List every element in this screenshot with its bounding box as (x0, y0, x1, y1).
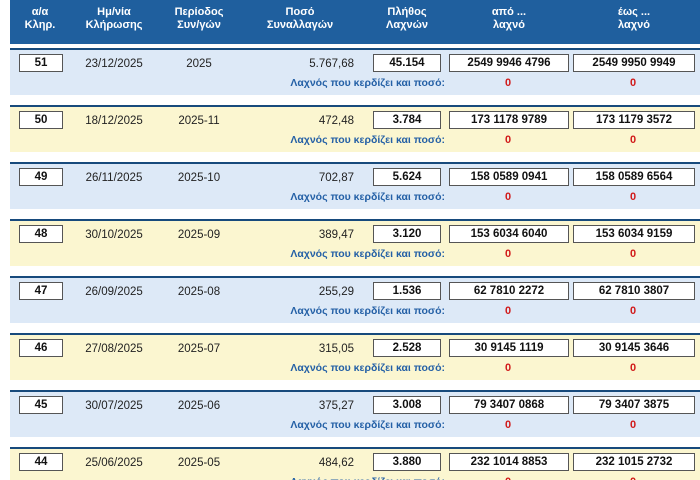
from-ticket-box: 153 6034 6040 (449, 225, 569, 243)
winning-amount-value: 0 (629, 248, 637, 260)
winning-ticket-label: Λαχνός που κερδίζει και ποσό: (230, 474, 445, 480)
draw-row: 44 25/06/2025 2025-05 484,62 3.880 232 1014 8… (10, 447, 700, 480)
draw-row: 51 23/12/2025 2025 5.767,68 45.154 2549 9946 … (10, 48, 700, 95)
winning-amount-value: 0 (629, 191, 637, 203)
transaction-amount: 375,27 (318, 400, 354, 412)
draw-number-box: 51 (19, 54, 63, 72)
ticket-count-box: 3.880 (373, 453, 441, 471)
draw-date: 30/07/2025 (85, 400, 143, 412)
to-ticket-box: 30 9145 3646 (573, 339, 695, 357)
draw-date: 25/06/2025 (85, 457, 143, 469)
from-ticket-box: 2549 9946 4796 (449, 54, 569, 72)
draw-date: 30/10/2025 (85, 229, 143, 241)
from-ticket-box: 232 1014 8853 (449, 453, 569, 471)
draw-period: 2025-07 (177, 343, 221, 355)
draw-period: 2025 (186, 58, 212, 70)
draw-date: 26/11/2025 (85, 172, 143, 184)
to-ticket-box: 158 0589 6564 (573, 168, 695, 186)
winning-ticket-value: 0 (504, 248, 512, 260)
ticket-count-box: 3.008 (373, 396, 441, 414)
to-ticket-box: 79 3407 3875 (573, 396, 695, 414)
transaction-amount: 472,48 (318, 115, 354, 127)
winning-ticket-label: Λαχνός που κερδίζει και ποσό: (290, 134, 445, 146)
draw-date: 27/08/2025 (85, 343, 143, 355)
draw-row: 47 26/09/2025 2025-08 255,29 1.536 62 7810 22… (10, 276, 700, 323)
draw-period: 2025-08 (177, 286, 221, 298)
winning-ticket-value: 0 (504, 134, 512, 146)
draw-number-box: 44 (19, 453, 63, 471)
transaction-amount: 702,87 (318, 172, 354, 184)
from-ticket-box: 30 9145 1119 (449, 339, 569, 357)
draw-number-box: 45 (19, 396, 63, 414)
winning-amount-value: 0 (573, 474, 693, 480)
draw-row: 46 27/08/2025 2025-07 315,05 2.528 30 9145 11… (10, 333, 700, 380)
draw-period: 2025-10 (177, 172, 221, 184)
winning-ticket-value: 0 (504, 77, 512, 89)
draw-row: 45 30/07/2025 2025-06 375,27 3.008 79 3407 08… (10, 390, 700, 437)
from-ticket-box: 158 0589 0941 (449, 168, 569, 186)
winning-amount-value: 0 (629, 305, 637, 317)
winning-ticket-label: Λαχνός που κερδίζει και ποσό: (290, 191, 445, 203)
header-to-ticket: έως ... λαχνό (617, 6, 651, 31)
draw-period: 2025-11 (178, 115, 220, 127)
to-ticket-box: 173 1179 3572 (573, 111, 695, 129)
to-ticket-box: 153 6034 9159 (573, 225, 695, 243)
from-ticket-box: 62 7810 2272 (449, 282, 569, 300)
ticket-count-box: 45.154 (373, 54, 441, 72)
ticket-count-box: 5.624 (373, 168, 441, 186)
transaction-amount: 255,29 (318, 286, 354, 298)
ticket-count-box: 2.528 (373, 339, 441, 357)
header-from-ticket: από ... λαχνό (491, 6, 527, 31)
draw-row: 48 30/10/2025 2025-09 389,47 3.120 153 6034 6… (10, 219, 700, 266)
winning-amount-value: 0 (629, 419, 637, 431)
winning-ticket-value: 0 (504, 419, 512, 431)
draw-date: 26/09/2025 (85, 286, 143, 298)
draw-period: 2025-06 (177, 400, 221, 412)
winning-amount-value: 0 (629, 77, 637, 89)
draw-number-box: 48 (19, 225, 63, 243)
transaction-amount: 484,62 (318, 457, 354, 469)
winning-ticket-value: 0 (504, 362, 512, 374)
transaction-amount: 5.767,68 (309, 58, 354, 70)
winning-ticket-label: Λαχνός που κερδίζει και ποσό: (290, 419, 445, 431)
draw-date: 23/12/2025 (85, 58, 143, 70)
winning-ticket-label: Λαχνός που κερδίζει και ποσό: (290, 77, 445, 89)
draw-number-box: 46 (19, 339, 63, 357)
table-header: α/α Κληρ. Ημ/νία Κλήρωσης Περίοδος Συν/γ… (10, 0, 700, 44)
ticket-count-box: 3.784 (373, 111, 441, 129)
draw-period: 2025-05 (177, 457, 221, 469)
to-ticket-box: 232 1015 2732 (573, 453, 695, 471)
from-ticket-box: 173 1178 9789 (449, 111, 569, 129)
header-ticket-count: Πλήθος Λαχνών (386, 6, 428, 31)
ticket-count-box: 1.536 (373, 282, 441, 300)
header-draw-date: Ημ/νία Κλήρωσης (85, 6, 143, 31)
winning-ticket-value: 0 (504, 305, 512, 317)
header-draw-number: α/α Κληρ. (24, 6, 56, 31)
winning-amount-value: 0 (629, 134, 637, 146)
winning-ticket-label: Λαχνός που κερδίζει και ποσό: (290, 248, 445, 260)
draw-row: 50 18/12/2025 2025-11 472,48 3.784 173 1178 9… (10, 105, 700, 152)
winning-amount-value: 0 (629, 362, 637, 374)
transaction-amount: 389,47 (318, 229, 354, 241)
draw-number-box: 49 (19, 168, 63, 186)
draw-row: 49 26/11/2025 2025-10 702,87 5.624 158 0589 0… (10, 162, 700, 209)
to-ticket-box: 62 7810 3807 (573, 282, 695, 300)
winning-ticket-value: 0 (504, 191, 512, 203)
draw-period: 2025-09 (177, 229, 221, 241)
transaction-amount: 315,05 (318, 343, 354, 355)
winning-ticket-value: 0 (449, 474, 567, 480)
header-amount: Ποσό Συναλλαγών (266, 6, 334, 31)
draw-number-box: 50 (19, 111, 63, 129)
to-ticket-box: 2549 9950 9949 (573, 54, 695, 72)
winning-ticket-label: Λαχνός που κερδίζει και ποσό: (290, 362, 445, 374)
ticket-count-box: 3.120 (373, 225, 441, 243)
header-period: Περίοδος Συν/γών (174, 6, 224, 31)
from-ticket-box: 79 3407 0868 (449, 396, 569, 414)
lottery-draws-page: α/α Κληρ. Ημ/νία Κλήρωσης Περίοδος Συν/γ… (0, 0, 700, 480)
draw-date: 18/12/2025 (85, 115, 143, 127)
draw-number-box: 47 (19, 282, 63, 300)
winning-ticket-label: Λαχνός που κερδίζει και ποσό: (290, 305, 445, 317)
